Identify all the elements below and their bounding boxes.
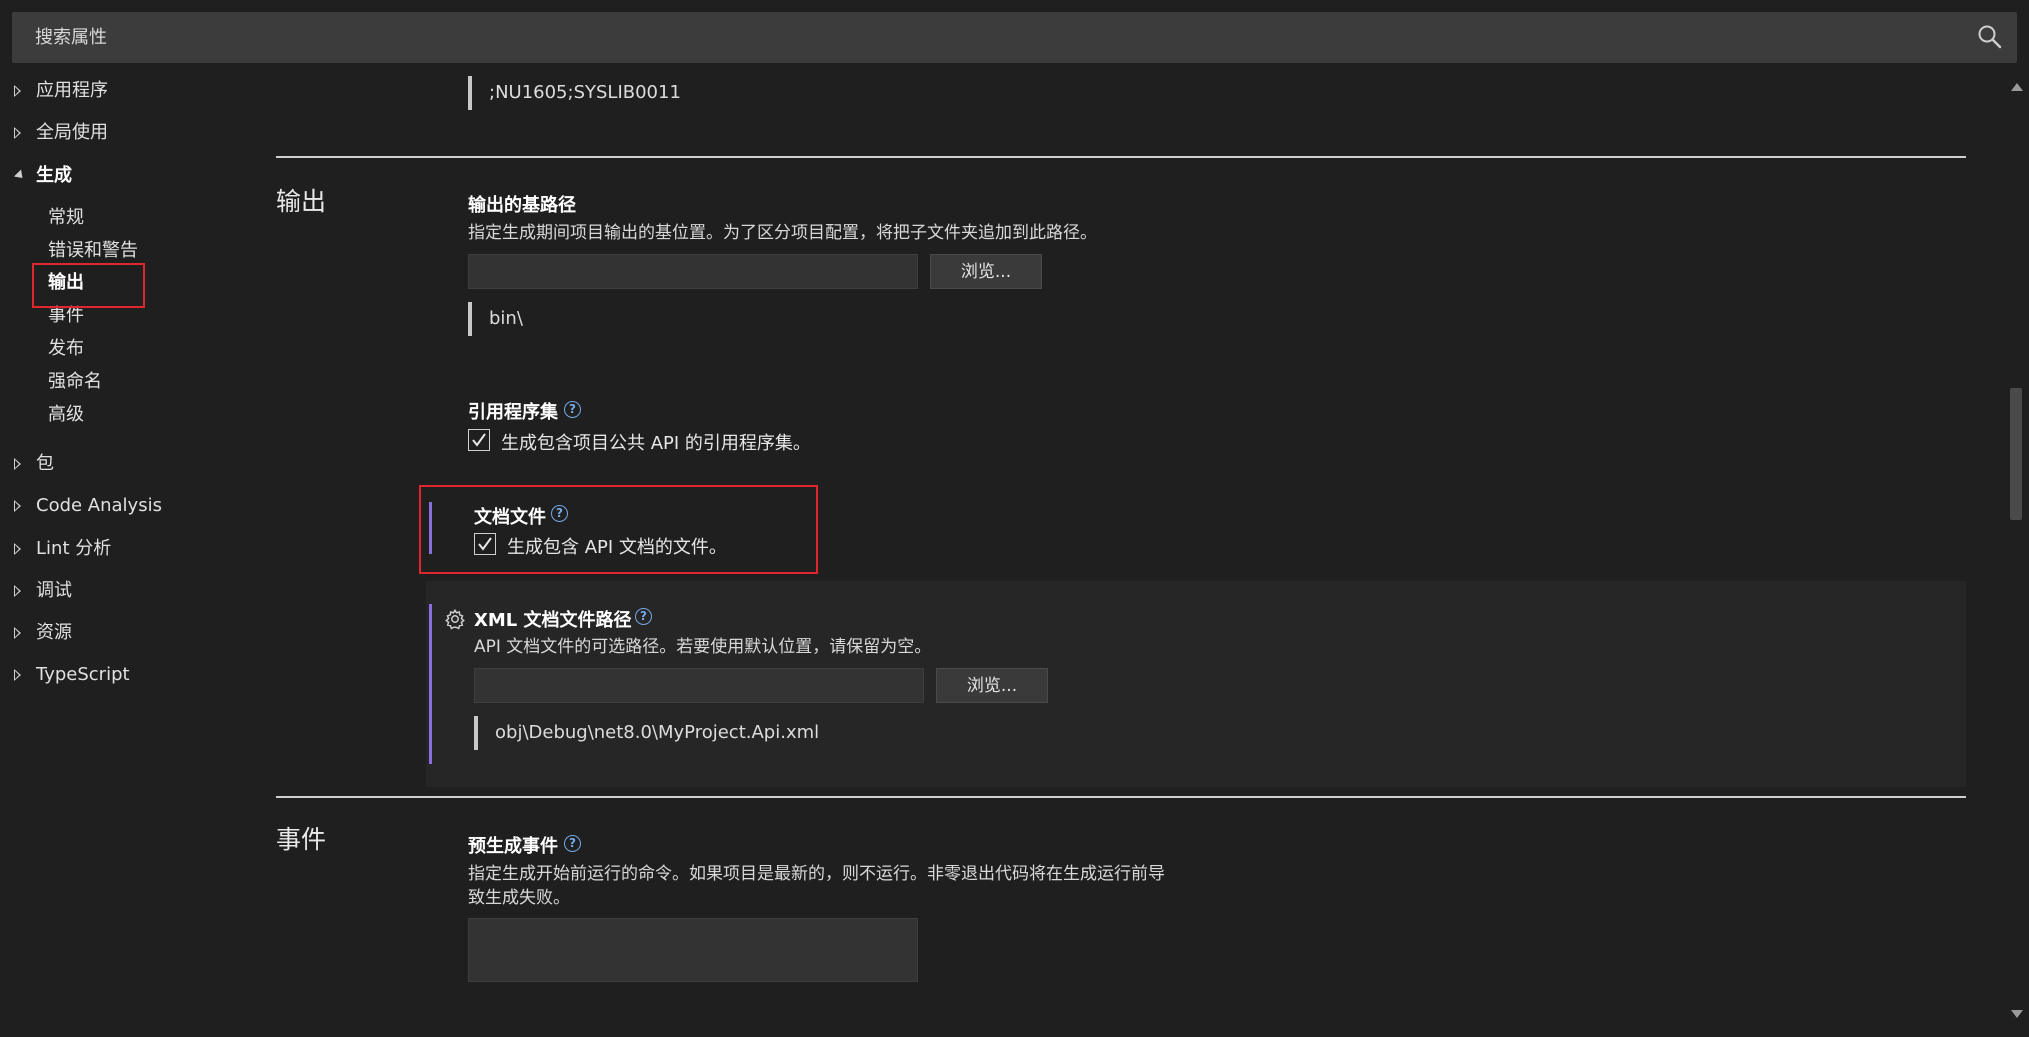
base-path-description: 指定生成期间项目输出的基位置。为了区分项目配置，将把子文件夹追加到此路径。 xyxy=(468,223,1097,243)
selection-highlight-box xyxy=(32,263,145,308)
sidebar-subitem-publish[interactable]: 发布 xyxy=(48,334,84,364)
help-icon[interactable]: ? xyxy=(564,835,581,852)
reference-assembly-label: 生成包含项目公共 API 的引用程序集。 xyxy=(501,433,811,454)
pre-build-event-description-line2: 致生成失败。 xyxy=(468,888,570,908)
reference-assembly-checkbox[interactable] xyxy=(468,429,490,451)
scroll-up-icon[interactable] xyxy=(2011,83,2023,91)
expand-arrow-icon[interactable] xyxy=(14,458,21,470)
xml-doc-path-input[interactable] xyxy=(474,668,924,703)
xml-doc-path-title: XML 文档文件路径 xyxy=(474,610,632,631)
section-title-output: 输出 xyxy=(276,187,327,216)
expand-arrow-icon[interactable] xyxy=(14,627,21,639)
pre-build-event-description-line1: 指定生成开始前运行的命令。如果项目是最新的，则不运行。非零退出代码将在生成运行前… xyxy=(468,864,1165,884)
reference-assembly-title: 引用程序集 xyxy=(468,402,558,423)
help-icon[interactable]: ? xyxy=(635,608,652,625)
expand-arrow-icon[interactable] xyxy=(14,669,21,681)
help-icon[interactable]: ? xyxy=(564,401,581,418)
vertical-scrollbar[interactable] xyxy=(2003,75,2029,1037)
checkmark-icon xyxy=(472,433,486,447)
search-input[interactable]: 搜索属性 xyxy=(35,12,107,63)
pre-build-event-input[interactable] xyxy=(468,918,918,982)
scroll-thumb[interactable] xyxy=(2010,388,2022,520)
expand-arrow-icon[interactable] xyxy=(14,85,21,97)
xml-doc-path-default-value: obj\Debug\net8.0\MyProject.Api.xml xyxy=(474,716,819,750)
sidebar-subitem-strong-naming[interactable]: 强命名 xyxy=(48,367,102,397)
sidebar-subitem-general[interactable]: 常规 xyxy=(48,203,84,233)
top-default-value: ;NU1605;SYSLIB0011 xyxy=(468,76,681,110)
base-path-input[interactable] xyxy=(468,254,918,289)
expand-arrow-icon[interactable] xyxy=(14,127,21,139)
base-path-title: 输出的基路径 xyxy=(468,195,576,216)
xml-doc-path-browse-button[interactable]: 浏览... xyxy=(936,668,1048,703)
sidebar-subitem-advanced[interactable]: 高级 xyxy=(48,400,84,430)
modified-accent-bar xyxy=(429,604,432,764)
section-divider xyxy=(276,156,1966,158)
expand-arrow-icon[interactable] xyxy=(14,585,21,597)
collapse-arrow-icon[interactable] xyxy=(13,169,27,182)
expand-arrow-icon[interactable] xyxy=(14,543,21,555)
main-content: ;NU1605;SYSLIB0011 输出 输出的基路径 指定生成期间项目输出的… xyxy=(0,0,2029,1037)
pre-build-event-title: 预生成事件 xyxy=(468,836,558,857)
sidebar-nav: 应用程序 全局使用 生成 常规 错误和警告 输出 事件 发布 强命名 高级 包 … xyxy=(0,75,250,1037)
base-path-browse-button[interactable]: 浏览... xyxy=(930,254,1042,289)
doc-file-highlight-box xyxy=(419,485,818,574)
xml-doc-path-description: API 文档文件的可选路径。若要使用默认位置，请保留为空。 xyxy=(474,637,932,657)
sidebar-subitem-errors-warnings[interactable]: 错误和警告 xyxy=(48,236,138,266)
gear-icon xyxy=(445,608,465,630)
section-divider xyxy=(276,796,1966,798)
search-icon[interactable] xyxy=(1977,24,2003,50)
base-path-default-value: bin\ xyxy=(468,302,523,336)
expand-arrow-icon[interactable] xyxy=(14,500,21,512)
section-title-events: 事件 xyxy=(276,825,327,854)
scroll-down-icon[interactable] xyxy=(2011,1010,2023,1018)
search-bar[interactable]: 搜索属性 xyxy=(12,12,2017,63)
